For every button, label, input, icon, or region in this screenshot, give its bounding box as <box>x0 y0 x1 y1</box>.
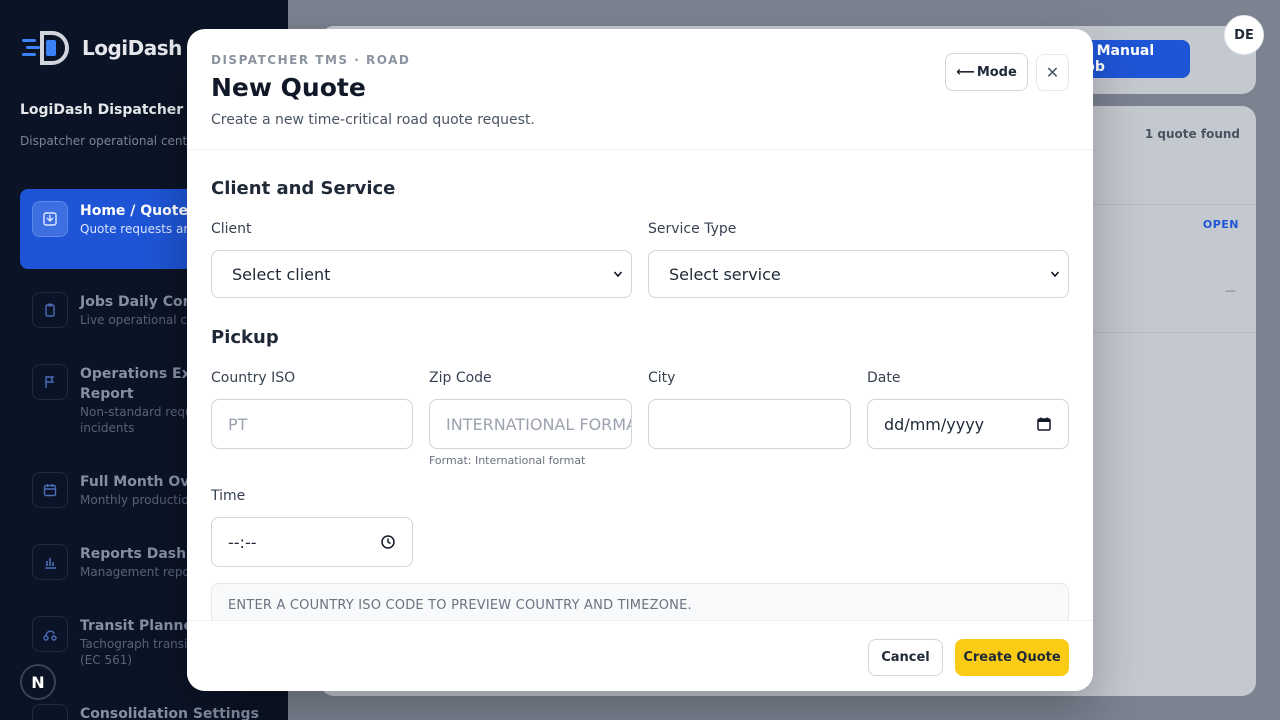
mode-button[interactable]: ⟵ Mode <box>945 53 1028 91</box>
new-quote-modal: DISPATCHER TMS · ROAD New Quote Create a… <box>187 29 1093 691</box>
manual-job-button[interactable]: + Manual Job <box>1080 40 1190 78</box>
date-input[interactable]: dd/mm/yyyy <box>867 399 1069 449</box>
modal-title: New Quote <box>211 73 366 102</box>
city-label: City <box>648 370 676 386</box>
sidebar-item-desc: Tachograph transit (EC 561) <box>80 637 193 667</box>
logidash-logo-icon <box>22 30 72 66</box>
modal-eyebrow: DISPATCHER TMS · ROAD <box>211 53 411 67</box>
country-iso-label: Country ISO <box>211 370 296 386</box>
calendar-icon <box>32 472 68 508</box>
service-type-select[interactable]: Select service <box>648 250 1069 298</box>
flag-icon <box>32 364 68 400</box>
create-quote-button[interactable]: Create Quote <box>955 639 1069 676</box>
clock-icon[interactable] <box>380 534 396 550</box>
bar-chart-icon <box>32 544 68 580</box>
client-label: Client <box>211 221 252 237</box>
status-badge: OPEN <box>1202 218 1239 231</box>
org-subtitle: Dispatcher operational center <box>20 134 200 148</box>
user-avatar[interactable]: DE <box>1224 15 1264 55</box>
section-title-client-service: Client and Service <box>211 178 396 199</box>
close-button[interactable]: ✕ <box>1036 54 1069 91</box>
brand[interactable]: LogiDashF <box>22 30 202 66</box>
sidebar-item-label: Consolidation Settings <box>80 706 259 720</box>
zip-code-input[interactable]: INTERNATIONAL FORMAT <box>429 399 632 449</box>
zip-code-label: Zip Code <box>429 370 492 386</box>
chevron-down-icon <box>613 271 623 278</box>
section-title-pickup: Pickup <box>211 327 279 348</box>
clipboard-icon <box>32 292 68 328</box>
chevron-down-icon <box>1050 271 1060 278</box>
modal-subtitle: Create a new time-critical road quote re… <box>211 112 535 128</box>
modal-body: Client and Service Client Select client … <box>187 150 1093 620</box>
bottom-avatar[interactable]: N <box>20 664 56 700</box>
timezone-preview: ENTER A COUNTRY ISO CODE TO PREVIEW COUN… <box>211 583 1069 620</box>
settings-icon <box>32 704 68 720</box>
modal-header: DISPATCHER TMS · ROAD New Quote Create a… <box>187 29 1093 150</box>
row-placeholder: — <box>1225 284 1236 297</box>
client-select-value: Select client <box>232 264 331 284</box>
sidebar-item-consolidation-settings[interactable]: Consolidation Settings <box>20 692 288 720</box>
calendar-icon[interactable] <box>1036 416 1052 432</box>
zip-code-placeholder: INTERNATIONAL FORMAT <box>446 414 632 434</box>
date-placeholder: dd/mm/yyyy <box>884 414 985 434</box>
arrow-left-icon: ⟵ <box>956 64 975 80</box>
service-type-label: Service Type <box>648 221 737 237</box>
client-select[interactable]: Select client <box>211 250 632 298</box>
time-label: Time <box>211 488 246 504</box>
zip-code-helper: Format: International format <box>429 454 586 467</box>
country-iso-placeholder: PT <box>228 414 248 434</box>
date-label: Date <box>867 370 901 386</box>
modal-footer: Cancel Create Quote <box>187 620 1093 691</box>
inbox-icon <box>32 201 68 237</box>
close-icon: ✕ <box>1045 63 1060 82</box>
route-icon <box>32 616 68 652</box>
quotes-count: 1 quote found <box>1144 127 1240 141</box>
time-input[interactable]: --:-- <box>211 517 413 567</box>
brand-name: LogiDashF <box>82 36 202 60</box>
city-input[interactable] <box>648 399 851 449</box>
cancel-button[interactable]: Cancel <box>868 639 943 676</box>
service-select-value: Select service <box>669 264 781 284</box>
time-placeholder: --:-- <box>228 532 257 552</box>
mode-label: Mode <box>976 64 1017 80</box>
country-iso-input[interactable]: PT <box>211 399 413 449</box>
sidebar-item-label: Transit Planner <box>80 618 200 634</box>
